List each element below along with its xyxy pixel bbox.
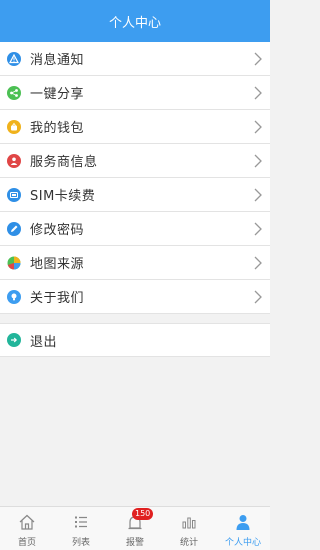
logout-label: 退出 [30, 334, 58, 350]
menu-item-label: 一键分享 [30, 87, 85, 102]
menu-item-share[interactable]: 一键分享 [0, 76, 270, 110]
alert-triangle-icon [7, 51, 21, 66]
lightbulb-icon [7, 289, 21, 304]
stats-icon [179, 512, 199, 532]
share-icon [7, 85, 21, 100]
pencil-icon [7, 221, 21, 236]
chevron-right-icon [254, 290, 262, 303]
chevron-right-icon [254, 188, 262, 201]
bottom-tab-bar: 首页 列表 150 报警 统计 个人中心 [0, 506, 270, 550]
chevron-right-icon [254, 120, 262, 133]
chevron-right-icon [254, 52, 262, 65]
wallet-icon [7, 119, 21, 134]
tab-label: 首页 [17, 538, 36, 548]
menu-item-label: 关于我们 [30, 291, 85, 306]
tab-label: 统计 [179, 538, 198, 548]
menu-item-label: 消息通知 [30, 53, 85, 68]
chevron-right-icon [254, 256, 262, 269]
menu-item-change-password[interactable]: 修改密码 [0, 212, 270, 246]
menu-item-about-us[interactable]: 关于我们 [0, 280, 270, 314]
header-bar: 个人中心 [0, 0, 270, 42]
list-icon [71, 512, 91, 532]
menu-item-label: 地图来源 [30, 257, 85, 272]
tab-label: 报警 [125, 538, 144, 548]
alarm-count-badge: 150 [132, 508, 154, 520]
person-icon [233, 512, 253, 532]
chevron-right-icon [254, 86, 262, 99]
map-pie-icon [7, 256, 21, 270]
tab-label: 列表 [71, 538, 90, 548]
menu-item-map-source[interactable]: 地图来源 [0, 246, 270, 280]
provider-icon [7, 153, 21, 168]
tab-stats[interactable]: 统计 [162, 507, 216, 550]
home-icon [17, 512, 37, 532]
tab-home[interactable]: 首页 [0, 507, 54, 550]
menu-item-label: 服务商信息 [30, 155, 98, 170]
menu-item-label: 修改密码 [30, 223, 85, 238]
menu-item-provider-info[interactable]: 服务商信息 [0, 144, 270, 178]
menu-item-notifications[interactable]: 消息通知 [0, 42, 270, 76]
menu-item-sim-renewal[interactable]: SIM卡续费 [0, 178, 270, 212]
chevron-right-icon [254, 154, 262, 167]
page-title: 个人中心 [108, 15, 161, 31]
menu-list: 消息通知 一键分享 我的钱包 服务商信息 SIM卡续费 修改密码 地图来源 关于… [0, 42, 270, 314]
menu-item-label: 我的钱包 [30, 121, 85, 136]
menu-item-label: SIM卡续费 [30, 189, 96, 204]
sim-card-icon [7, 187, 21, 202]
tab-list[interactable]: 列表 [54, 507, 108, 550]
chevron-right-icon [254, 222, 262, 235]
logout-icon [7, 333, 21, 347]
menu-item-wallet[interactable]: 我的钱包 [0, 110, 270, 144]
section-divider [0, 314, 270, 323]
app-root: 个人中心 消息通知 一键分享 我的钱包 服务商信息 SIM卡续费 修改密码 地图… [0, 0, 270, 550]
tab-label: 个人中心 [224, 538, 261, 548]
logout-section: 退出 [0, 323, 270, 357]
logout-button[interactable]: 退出 [0, 323, 270, 357]
tab-profile[interactable]: 个人中心 [216, 507, 270, 550]
tab-alarm[interactable]: 150 报警 [108, 507, 162, 550]
